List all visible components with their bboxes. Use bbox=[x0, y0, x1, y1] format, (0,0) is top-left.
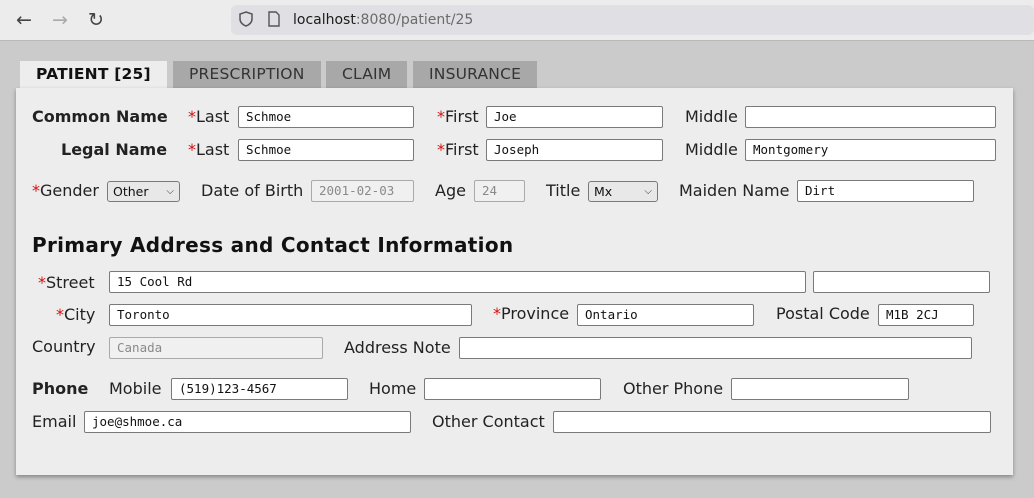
address-note-label: Address Note bbox=[344, 338, 451, 357]
legal-first-label-text: First bbox=[445, 140, 479, 159]
tab-claim[interactable]: CLAIM bbox=[326, 61, 408, 88]
title-label: Title bbox=[546, 181, 581, 200]
maiden-name-label: Maiden Name bbox=[679, 181, 790, 200]
street2-input[interactable] bbox=[813, 271, 990, 293]
common-middle-input[interactable] bbox=[745, 106, 996, 128]
address-bar[interactable]: localhost:8080/patient/25 bbox=[231, 5, 1034, 35]
required-mark: * bbox=[56, 305, 64, 324]
required-mark: * bbox=[493, 304, 501, 323]
forward-icon[interactable]: → bbox=[48, 8, 72, 32]
city-label: *City bbox=[56, 305, 95, 324]
gender-value: Other bbox=[113, 184, 149, 199]
email-label: Email bbox=[32, 412, 77, 431]
chevron-down-icon: ⌵ bbox=[166, 186, 174, 197]
url-path: :8080/patient/25 bbox=[355, 12, 474, 28]
home-phone-input[interactable] bbox=[424, 378, 601, 400]
age-label: Age bbox=[435, 181, 466, 200]
phone-label: Phone bbox=[32, 379, 89, 398]
common-first-input[interactable]: Joe bbox=[486, 106, 663, 128]
title-value: Mx bbox=[594, 184, 613, 199]
street-label: *Street bbox=[38, 273, 95, 292]
province-label: *Province bbox=[493, 304, 569, 323]
browser-toolbar: ← → ↻ localhost:8080/patient/25 bbox=[0, 0, 1034, 41]
back-icon[interactable]: ← bbox=[12, 8, 36, 32]
required-mark: * bbox=[32, 181, 40, 200]
common-first-label: *First bbox=[437, 107, 479, 126]
url-text[interactable]: localhost:8080/patient/25 bbox=[293, 12, 473, 28]
other-contact-label: Other Contact bbox=[432, 412, 545, 431]
city-input[interactable]: Toronto bbox=[109, 304, 472, 326]
chevron-down-icon: ⌵ bbox=[644, 186, 652, 197]
required-mark: * bbox=[437, 107, 445, 126]
legal-middle-input[interactable]: Montgomery bbox=[745, 139, 996, 161]
common-last-input[interactable]: Schmoe bbox=[238, 106, 414, 128]
dob-label: Date of Birth bbox=[201, 181, 304, 200]
common-name-label: Common Name bbox=[32, 107, 168, 126]
url-host: localhost bbox=[293, 12, 356, 28]
other-contact-input[interactable] bbox=[553, 411, 991, 433]
dob-input[interactable]: 2001-02-03 bbox=[311, 180, 414, 202]
street-label-text: Street bbox=[46, 273, 95, 292]
legal-name-label: Legal Name bbox=[61, 140, 168, 159]
legal-last-input[interactable]: Schmoe bbox=[238, 139, 414, 161]
postal-code-input[interactable]: M1B 2CJ bbox=[878, 304, 974, 326]
gender-label: *Gender bbox=[32, 181, 99, 200]
maiden-name-input[interactable]: Dirt bbox=[797, 180, 974, 202]
legal-first-label: *First bbox=[437, 140, 479, 159]
age-input[interactable]: 24 bbox=[474, 180, 525, 202]
common-first-label-text: First bbox=[445, 107, 479, 126]
required-mark: * bbox=[188, 140, 196, 159]
province-label-text: Province bbox=[501, 304, 570, 323]
legal-last-label-text: Last bbox=[196, 140, 230, 159]
required-mark: * bbox=[188, 107, 196, 126]
tab-insurance[interactable]: INSURANCE bbox=[413, 61, 538, 88]
mobile-label: Mobile bbox=[109, 379, 162, 398]
required-mark: * bbox=[38, 273, 46, 292]
country-input[interactable]: Canada bbox=[109, 337, 323, 359]
common-last-label: *Last bbox=[188, 107, 229, 126]
legal-first-input[interactable]: Joseph bbox=[486, 139, 663, 161]
tab-prescription[interactable]: PRESCRIPTION bbox=[173, 61, 321, 88]
postal-code-label: Postal Code bbox=[776, 304, 870, 323]
section-title: Primary Address and Contact Information bbox=[32, 233, 514, 257]
gender-label-text: Gender bbox=[40, 181, 99, 200]
mobile-input[interactable]: (519)123-4567 bbox=[171, 378, 348, 400]
other-phone-input[interactable] bbox=[731, 378, 909, 400]
province-input[interactable]: Ontario bbox=[577, 304, 754, 326]
address-note-input[interactable] bbox=[459, 337, 972, 359]
legal-last-label: *Last bbox=[188, 140, 229, 159]
city-label-text: City bbox=[64, 305, 96, 324]
reload-icon[interactable]: ↻ bbox=[84, 8, 108, 32]
shield-icon[interactable] bbox=[239, 11, 253, 31]
other-phone-label: Other Phone bbox=[623, 379, 724, 398]
common-middle-label: Middle bbox=[685, 107, 738, 126]
country-label: Country bbox=[32, 337, 96, 356]
email-input[interactable]: joe@shmoe.ca bbox=[84, 411, 411, 433]
gender-select[interactable]: Other ⌵ bbox=[107, 181, 180, 202]
street-input[interactable]: 15 Cool Rd bbox=[109, 271, 806, 293]
tab-patient[interactable]: PATIENT [25] bbox=[20, 61, 167, 90]
legal-middle-label: Middle bbox=[685, 140, 738, 159]
title-select[interactable]: Mx ⌵ bbox=[588, 181, 658, 202]
required-mark: * bbox=[437, 140, 445, 159]
home-phone-label: Home bbox=[369, 379, 417, 398]
page-icon bbox=[268, 11, 280, 31]
common-last-label-text: Last bbox=[196, 107, 230, 126]
